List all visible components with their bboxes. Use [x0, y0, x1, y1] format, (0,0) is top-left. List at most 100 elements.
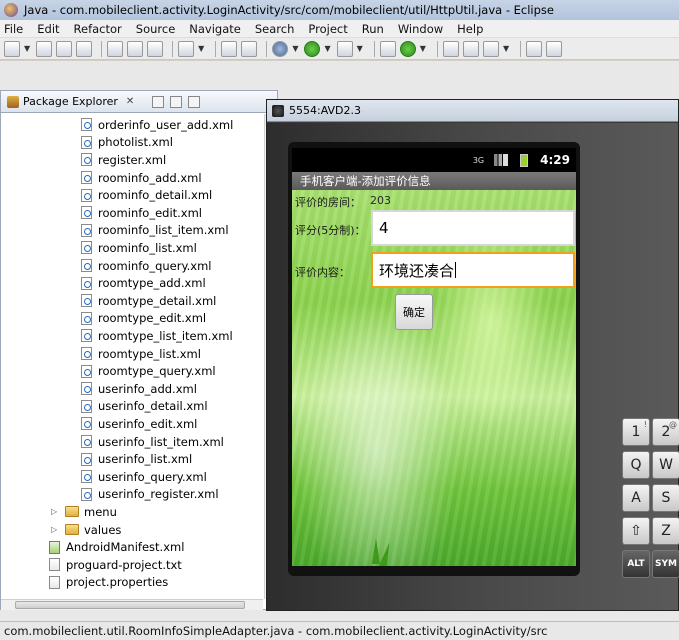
save-icon[interactable]	[36, 40, 53, 57]
tree-item-xml[interactable]: userinfo_list_item.xml	[81, 433, 224, 451]
tree-folder-values[interactable]: ▷ values	[51, 521, 121, 539]
tree-item-label: orderinfo_user_add.xml	[98, 117, 234, 132]
tree-item-file[interactable]: project.properties	[49, 574, 168, 592]
tree-item-xml[interactable]: roominfo_detail.xml	[81, 186, 212, 204]
android-status-bar: 3G 4:29	[292, 148, 576, 172]
avd-manager-icon[interactable]	[127, 40, 144, 57]
print-icon[interactable]	[76, 40, 93, 57]
tree-item-xml[interactable]: roominfo_list_item.xml	[81, 222, 229, 240]
key-shift[interactable]: ⇧	[622, 517, 650, 545]
chevron-down-icon[interactable]: ▼	[357, 44, 363, 53]
external-tools-icon[interactable]	[336, 40, 353, 57]
menu-refactor[interactable]: Refactor	[74, 22, 122, 36]
lint-icon[interactable]	[147, 40, 164, 57]
toolbar-separator	[266, 40, 268, 57]
xml-file-icon	[81, 487, 92, 501]
close-icon[interactable]: ✕	[126, 96, 134, 107]
debug-icon[interactable]	[272, 40, 289, 57]
emulator-titlebar[interactable]: 5554:AVD2.3	[267, 100, 678, 122]
tree-item-label: proguard-project.txt	[66, 557, 182, 572]
search-icon[interactable]	[482, 40, 499, 57]
collapse-all-icon[interactable]	[152, 95, 165, 108]
key-a[interactable]: A	[622, 484, 650, 512]
key-w[interactable]: W	[652, 451, 679, 479]
previous-annotation-icon[interactable]	[546, 40, 563, 57]
menu-project[interactable]: Project	[308, 22, 347, 36]
menu-help[interactable]: Help	[457, 22, 483, 36]
open-type-icon[interactable]	[442, 40, 459, 57]
chevron-right-icon[interactable]: ▷	[51, 507, 61, 516]
tree-item-xml[interactable]: roominfo_list.xml	[81, 239, 197, 257]
menu-search[interactable]: Search	[255, 22, 295, 36]
tree-item-xml[interactable]: photolist.xml	[81, 134, 173, 152]
tree-item-xml[interactable]: userinfo_edit.xml	[81, 415, 197, 433]
text-file-icon	[49, 558, 60, 572]
key-z[interactable]: Z	[652, 517, 679, 545]
tree-item-xml[interactable]: roominfo_edit.xml	[81, 204, 202, 222]
new-package-icon[interactable]	[379, 40, 396, 57]
tree-item-xml[interactable]: userinfo_register.xml	[81, 486, 219, 504]
key-1[interactable]: 1!	[622, 418, 650, 446]
horizontal-scrollbar[interactable]	[1, 599, 263, 610]
menu-edit[interactable]: Edit	[37, 22, 59, 36]
link-with-editor-icon[interactable]	[170, 95, 183, 108]
open-task-icon[interactable]	[462, 40, 479, 57]
tree-item-xml[interactable]: roomtype_edit.xml	[81, 310, 206, 328]
checkbox-icon[interactable]	[178, 40, 195, 57]
terminal-icon[interactable]	[241, 40, 258, 57]
open-console-icon[interactable]	[221, 40, 238, 57]
battery-icon	[520, 153, 529, 167]
tree-item-xml[interactable]: userinfo_list.xml	[81, 450, 192, 468]
app-title-bar: 手机客户端-添加评价信息	[292, 172, 576, 190]
chevron-right-icon[interactable]: ▷	[51, 525, 61, 534]
key-q[interactable]: Q	[622, 451, 650, 479]
run-icon[interactable]	[304, 40, 321, 57]
new-class-icon[interactable]	[399, 40, 416, 57]
tree-item-xml[interactable]: userinfo_add.xml	[81, 380, 197, 398]
tree-item-manifest[interactable]: AndroidManifest.xml	[49, 538, 184, 556]
key-sym[interactable]: SYM	[652, 550, 679, 578]
tree-item-xml[interactable]: roomtype_detail.xml	[81, 292, 216, 310]
confirm-button[interactable]: 确定	[395, 294, 433, 330]
xml-file-icon	[81, 470, 92, 484]
menu-navigate[interactable]: Navigate	[189, 22, 241, 36]
tree-item-xml[interactable]: roominfo_query.xml	[81, 257, 211, 275]
view-menu-icon[interactable]	[188, 95, 201, 108]
score-input[interactable]: 4	[371, 210, 575, 246]
xml-file-icon	[81, 364, 92, 378]
key-2[interactable]: 2 @	[652, 418, 679, 446]
menu-source[interactable]: Source	[136, 22, 176, 36]
tree-item-xml[interactable]: roomtype_list_item.xml	[81, 327, 233, 345]
tree-folder-menu[interactable]: ▷ menu	[51, 503, 117, 521]
tree-item-xml[interactable]: userinfo_detail.xml	[81, 398, 208, 416]
chevron-down-icon[interactable]: ▼	[24, 44, 30, 53]
chevron-down-icon[interactable]: ▼	[198, 44, 204, 53]
toolbar-separator	[172, 40, 174, 57]
xml-file-icon	[81, 311, 92, 325]
tree-item-xml[interactable]: roomtype_query.xml	[81, 362, 216, 380]
tree-item-file[interactable]: proguard-project.txt	[49, 556, 182, 574]
chevron-down-icon[interactable]: ▼	[324, 44, 330, 53]
tree-item-xml[interactable]: roominfo_add.xml	[81, 169, 202, 187]
tree-item-xml[interactable]: orderinfo_user_add.xml	[81, 116, 233, 134]
menu-run[interactable]: Run	[362, 22, 384, 36]
new-icon[interactable]	[4, 40, 20, 57]
menu-window[interactable]: Window	[398, 22, 443, 36]
tree-item-xml[interactable]: userinfo_query.xml	[81, 468, 207, 486]
key-s[interactable]: S	[652, 484, 679, 512]
chevron-down-icon[interactable]: ▼	[420, 44, 426, 53]
menu-file[interactable]: File	[4, 22, 23, 36]
next-annotation-icon[interactable]	[526, 40, 543, 57]
tree-item-xml[interactable]: roomtype_add.xml	[81, 274, 206, 292]
tree-item-xml[interactable]: register.xml	[81, 151, 166, 169]
sdk-manager-icon[interactable]	[107, 40, 124, 57]
tree-item-xml[interactable]: roomtype_list.xml	[81, 345, 201, 363]
project-tree: orderinfo_user_add.xml photolist.xml reg…	[1, 114, 263, 599]
save-all-icon[interactable]	[56, 40, 73, 57]
scrollbar-thumb[interactable]	[15, 601, 245, 609]
chevron-down-icon[interactable]: ▼	[503, 44, 509, 53]
content-input[interactable]: 环境还凑合	[371, 252, 575, 288]
chevron-down-icon[interactable]: ▼	[292, 44, 298, 53]
package-explorer-tab[interactable]: Package Explorer ✕	[1, 91, 277, 113]
key-alt[interactable]: ALT	[622, 550, 650, 578]
